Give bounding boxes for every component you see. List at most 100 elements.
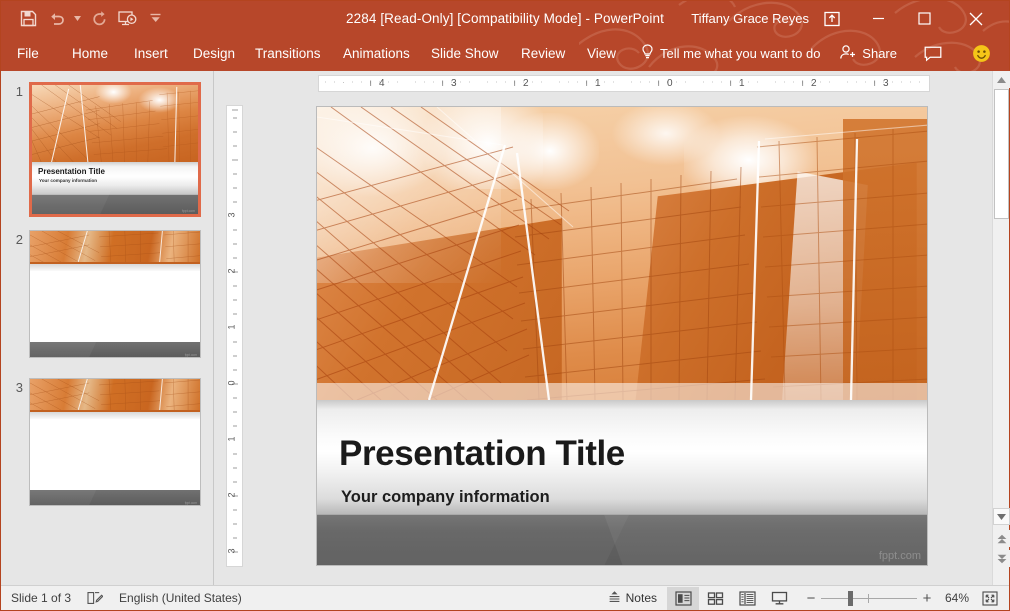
horizontal-ruler[interactable]: 4 3 2 1 0 1 2 3 [318,75,930,92]
reading-view-icon[interactable] [731,587,763,610]
close-icon[interactable] [953,1,999,36]
ruler-tick-label: 0 [667,78,673,89]
comment-icon[interactable] [917,36,949,71]
ruler-tick-label: 2 [523,78,529,89]
slide-photo-mini [32,85,198,163]
zoom-slider-track [821,597,917,599]
previous-slide-icon[interactable] [993,530,1010,547]
powerpoint-window: 2284 [Read-Only] [Compatibility Mode] - … [0,0,1010,611]
lightbulb-icon [641,44,654,63]
quick-access-toolbar [15,1,168,36]
slide-canvas[interactable]: Presentation Title Your company informat… [316,106,928,566]
scroll-up-icon[interactable] [993,71,1010,88]
ruler-tick-label: 3 [883,78,889,89]
thumbnail-slide-2[interactable]: 2 fppt.com [1,230,214,358]
thumbnail-slide-1[interactable]: 1 Presentation Title Your company inform… [1,82,214,217]
slide-preview: fppt.com [30,231,200,357]
slide-title-text[interactable]: Presentation Title [339,434,625,474]
zoom-percentage[interactable]: 64% [937,591,977,605]
thumbnail-number: 2 [15,232,23,247]
share-person-icon [839,44,857,63]
zoom-slider-midpoint [868,593,869,603]
slide-thumbnail-pane[interactable]: 1 Presentation Title Your company inform… [1,71,214,585]
tab-home[interactable]: Home [72,36,108,71]
save-icon[interactable] [15,6,41,32]
tell-me-search[interactable]: Tell me what you want to do [641,36,820,71]
ruler-tick-label: 1 [739,78,745,89]
maximize-icon[interactable] [901,1,947,36]
slide-subtitle-text[interactable]: Your company information [341,488,550,507]
slide-photo-mini [30,379,200,412]
scroll-down-icon[interactable] [993,508,1010,525]
thumbnail-title: Presentation Title [38,167,105,177]
ruler-tick-label: 4 [379,78,385,89]
slide-preview: Presentation Title Your company informat… [32,85,198,214]
tab-slide-show[interactable]: Slide Show [431,36,499,71]
tab-file[interactable]: File [17,36,39,71]
thumbnail-frame[interactable]: fppt.com [29,378,201,506]
undo-dropdown-icon[interactable] [71,6,84,32]
thumbnail-subtitle: Your company information [39,178,98,184]
thumbnail-number: 1 [15,84,23,99]
next-slide-icon[interactable] [993,550,1010,567]
zoom-slider[interactable] [821,587,917,610]
thumbnail-frame[interactable]: Presentation Title Your company informat… [29,82,201,217]
slide-indicator[interactable]: Slide 1 of 3 [11,591,71,605]
ruler-tick-label: 2 [226,268,237,274]
zoom-slider-handle[interactable] [848,590,853,606]
undo-icon[interactable] [43,6,69,32]
scrollbar-thumb[interactable] [994,89,1009,219]
ruler-tick-label: 0 [226,380,237,386]
redo-icon[interactable] [86,6,112,32]
tab-review[interactable]: Review [521,36,565,71]
smiley-icon[interactable] [965,36,997,71]
customize-qat-icon[interactable] [142,6,168,32]
footer-facet [593,515,927,565]
ruler-tick-label: 3 [226,212,237,218]
fit-slide-icon[interactable] [977,587,1003,610]
zoom-out-button[interactable]: − [801,590,821,607]
notes-button[interactable]: Notes [598,587,667,610]
share-button[interactable]: Share [839,36,897,71]
slide-photo-mini [30,231,200,264]
slide-background-photo[interactable] [317,107,927,406]
watermark-text: fppt.com [878,550,921,562]
workspace: 1 Presentation Title Your company inform… [1,71,1010,585]
ribbon-display-options-icon[interactable] [815,1,849,36]
ruler-tick-label: 1 [226,436,237,442]
zoom-in-button[interactable]: + [917,590,937,607]
ruler-tick-label: 1 [595,78,601,89]
title-bar: 2284 [Read-Only] [Compatibility Mode] - … [1,1,1009,36]
normal-view-icon[interactable] [667,586,699,610]
vertical-scrollbar[interactable] [992,71,1010,585]
tab-animations[interactable]: Animations [343,36,410,71]
thumbnail-frame[interactable]: fppt.com [29,230,201,358]
ruler-tick-label: 3 [226,548,237,554]
minimize-icon[interactable] [855,1,901,36]
notes-page-icon[interactable] [85,591,105,605]
thumbnail-slide-3[interactable]: 3 fppt.com [1,378,214,506]
tell-me-label: Tell me what you want to do [660,46,821,61]
footer-facet [317,515,634,565]
tab-view[interactable]: View [587,36,616,71]
ruler-tick-label: 2 [226,492,237,498]
zoom-control[interactable]: − + 64% [801,587,977,610]
slide-editor-pane: 4 3 2 1 0 1 2 3 3 2 1 0 1 2 3 Presentati… [215,71,1010,585]
slide-footer-mini: fppt.com [30,485,200,505]
tab-design[interactable]: Design [193,36,235,71]
vertical-ruler[interactable]: 3 2 1 0 1 2 3 [226,105,243,567]
start-slideshow-icon[interactable] [114,6,140,32]
slide-show-icon[interactable] [763,587,795,610]
status-bar-right: Notes − + 64% [598,586,1003,610]
thumbnail-number: 3 [15,380,23,395]
notes-icon [608,590,621,606]
slide-sorter-icon[interactable] [699,587,731,610]
status-bar: Slide 1 of 3 English (United States) Not… [1,585,1009,610]
share-label: Share [862,46,897,61]
language-indicator[interactable]: English (United States) [119,591,242,605]
slide-footer-mini: fppt.com [30,337,200,357]
tab-insert[interactable]: Insert [134,36,168,71]
account-name[interactable]: Tiffany Grace Reyes [691,1,809,36]
ruler-tick-label: 1 [226,324,237,330]
tab-transitions[interactable]: Transitions [255,36,321,71]
